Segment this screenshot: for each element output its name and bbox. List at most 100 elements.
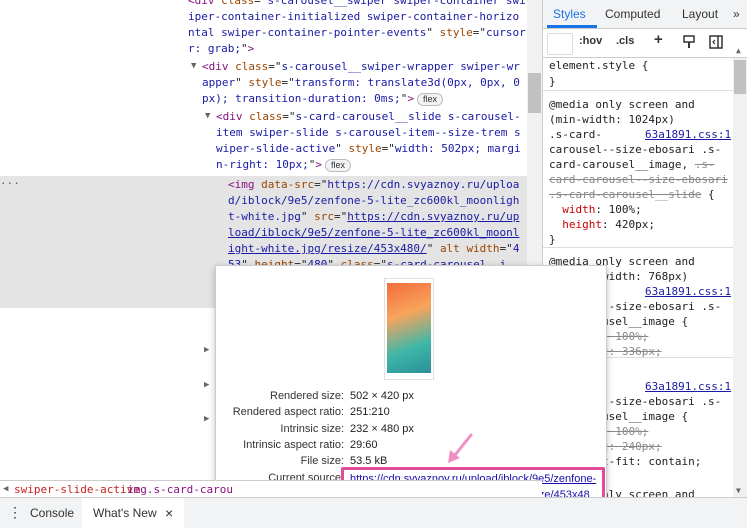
stylesheet-link[interactable]: 63a1891.css:1 (645, 284, 731, 299)
crumb-scroll-left-icon[interactable]: ◀ (3, 481, 8, 498)
info-label: Intrinsic aspect ratio: (243, 439, 344, 451)
rule-separator (543, 247, 738, 248)
dom-line[interactable]: px); transition-duration: 0ms;"> flex (202, 91, 443, 106)
style-line[interactable]: .s-card-carousel__slide { (549, 187, 715, 202)
dom-token: " (335, 142, 349, 155)
styles-tabbar: Styles Computed Layout » (543, 0, 747, 29)
crumb-item[interactable]: img.s-card-carou (127, 481, 233, 498)
style-line[interactable]: height: 420px; (549, 217, 655, 232)
style-line[interactable]: .s-card- 63a1891.css:1 (549, 127, 731, 142)
collapsed-triangle-icon[interactable]: ▶ (204, 378, 209, 393)
style-line[interactable]: carousel--size-ebosari .s- (549, 142, 721, 157)
styles-scroll-thumb[interactable] (734, 60, 746, 94)
dom-line[interactable]: <img data-src="https://cdn.svyaznoy.ru/u… (228, 177, 519, 192)
dom-token: 4 (512, 242, 520, 255)
style-line[interactable]: card-carousel--size-ebosari (549, 172, 728, 187)
selected-node-dots[interactable]: ... (0, 173, 20, 188)
style-token: : 420px; (601, 218, 655, 231)
dom-line[interactable]: iper-container-initialized swiper-contai… (188, 9, 519, 24)
tab-styles[interactable]: Styles (553, 0, 586, 28)
dom-token: " (240, 42, 248, 55)
info-row: Intrinsic aspect ratio: 29:60 (216, 437, 606, 453)
dom-line[interactable]: wiper-slide-active" style="width: 502px;… (216, 141, 521, 156)
dom-token: " (300, 210, 315, 223)
style-token: .s-card- (549, 128, 602, 141)
dom-token: data-src (261, 178, 315, 191)
style-line[interactable]: } (549, 232, 556, 247)
dom-token: s-carousel__swiper swiper-container swi (267, 0, 526, 7)
tab-computed[interactable]: Computed (605, 0, 660, 28)
dom-token: load/iblock/9e5/zenfone-5-lite_zc600kl_m… (228, 226, 520, 239)
flex-badge[interactable]: flex (324, 159, 351, 172)
info-value: 502 × 420 px (350, 390, 414, 402)
dom-line[interactable]: ntal swiper-container-pointer-events" st… (188, 25, 526, 40)
style-line[interactable]: @media only screen and (549, 97, 695, 112)
stylesheet-link[interactable]: 63a1891.css:1 (645, 379, 731, 394)
style-line[interactable]: width: 100%; (549, 202, 641, 217)
dom-token: width (466, 242, 500, 255)
dom-token: =" (472, 26, 487, 39)
dom-line[interactable]: n-right: 10px;"> flex (216, 157, 351, 172)
flex-badge[interactable]: flex (416, 93, 443, 106)
dom-token: ight-white.jpg/resize/453x480/ (228, 242, 427, 255)
style-line[interactable]: (min-width: 1024px) (549, 112, 675, 127)
dom-token: iper-container-initialized swiper-contai… (188, 10, 520, 23)
hov-toggle[interactable]: :hov (579, 35, 602, 47)
info-value: 29:60 (350, 439, 378, 451)
style-line[interactable]: element.style { (549, 58, 648, 73)
dom-token: class (235, 60, 269, 73)
paint-icon[interactable] (683, 35, 695, 52)
dom-line[interactable]: d/iblock/9e5/zenfone-5-lite_zc600kl_moon… (228, 193, 519, 208)
scroll-up-icon[interactable]: ▲ (736, 46, 741, 55)
dom-line[interactable]: load/iblock/9e5/zenfone-5-lite_zc600kl_m… (228, 225, 519, 240)
dom-token: ntal swiper-container-pointer-events (188, 26, 427, 39)
info-value: 251:210 (350, 406, 390, 418)
styles-scrollbar[interactable] (733, 58, 747, 497)
active-tab-indicator (547, 25, 597, 28)
dom-line[interactable]: <div class="s-card-carousel__slide s-car… (216, 109, 521, 124)
elements-scroll-thumb[interactable] (528, 73, 541, 113)
dom-token: https://cdn.svyaznoy.ru/up (347, 210, 520, 223)
expand-triangle-icon[interactable]: ▼ (191, 59, 196, 74)
style-line[interactable]: } (549, 74, 556, 89)
collapsed-triangle-icon[interactable]: ▶ (204, 412, 209, 427)
dom-line[interactable]: apper" style="transform: translate3d(0px… (202, 75, 520, 90)
dom-line[interactable]: t-white.jpg" src="https://cdn.svyaznoy.r… (228, 209, 519, 224)
drawer-menu-icon[interactable]: ⋮ (8, 498, 22, 528)
dom-line[interactable]: <div class="s-carousel__swiper swiper-co… (188, 0, 526, 8)
dom-token: =" (281, 76, 295, 89)
dom-line[interactable]: item swiper-slide s-carousel-item--size-… (216, 125, 521, 140)
style-line[interactable]: card-carousel__image, .s- (549, 157, 715, 172)
dom-token: s-carousel__swiper-wrapper swiper-wr (281, 60, 520, 73)
sidebar-toggle-icon[interactable] (709, 35, 723, 52)
scroll-down-icon[interactable]: ▼ (736, 486, 741, 495)
dom-line[interactable]: r: grab;"> (188, 41, 254, 56)
style-token: (min-width: 1024px) (549, 113, 675, 126)
dom-token: =" (499, 242, 513, 255)
style-token: height (549, 218, 602, 231)
tab-layout[interactable]: Layout (682, 0, 718, 28)
filter-input[interactable] (547, 33, 573, 55)
dom-token: s-card-carousel__slide s-carousel- (295, 110, 521, 123)
dom-token: <div (216, 110, 250, 123)
more-tabs-icon[interactable]: » (733, 0, 740, 28)
crumb-item[interactable]: swiper-slide-active (14, 481, 140, 498)
info-value: 232 × 480 px (350, 423, 414, 435)
close-icon[interactable]: × (165, 498, 173, 528)
dom-token: > (247, 42, 255, 55)
style-token: .s-card-carousel__slide (549, 188, 702, 201)
dom-token: transform: translate3d(0px, 0px, 0 (294, 76, 520, 89)
cls-toggle[interactable]: .cls (616, 35, 634, 47)
expand-triangle-icon[interactable]: ▼ (205, 109, 210, 124)
dom-line[interactable]: <div class="s-carousel__swiper-wrapper s… (202, 59, 520, 74)
dom-token: > (407, 92, 414, 105)
tab-whats-new[interactable]: What's New (93, 498, 157, 528)
info-row: Rendered size: 502 × 420 px (216, 388, 606, 404)
tab-console[interactable]: Console (30, 498, 74, 528)
new-rule-button[interactable]: + (654, 31, 663, 48)
rule-separator (543, 90, 738, 91)
stylesheet-link[interactable]: 63a1891.css:1 (645, 127, 731, 142)
collapsed-triangle-icon[interactable]: ▶ (204, 343, 209, 358)
dom-line[interactable]: ight-white.jpg/resize/453x480/" alt widt… (228, 241, 519, 256)
annotation-arrow-icon (448, 433, 473, 463)
